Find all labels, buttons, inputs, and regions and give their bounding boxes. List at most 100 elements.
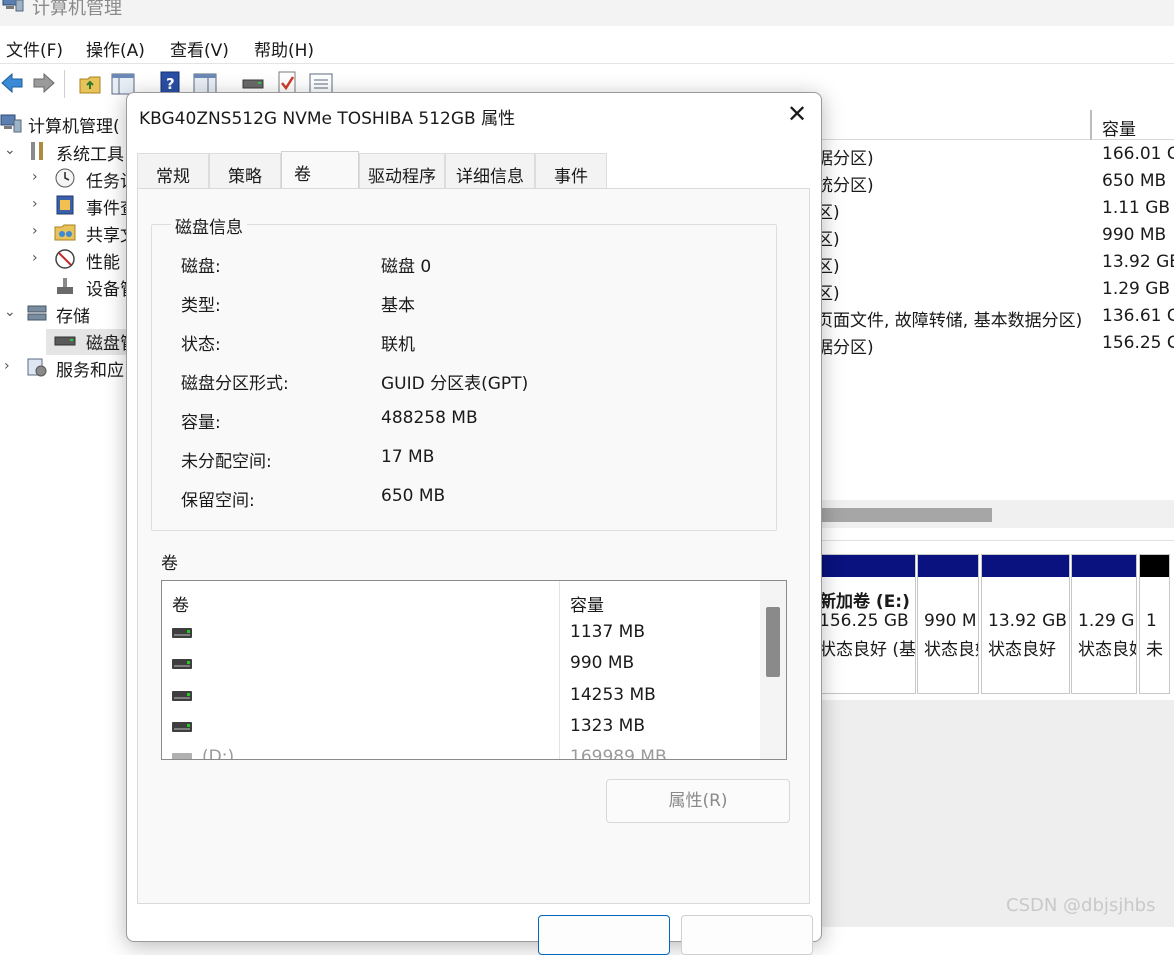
chevron-right-icon[interactable]: › [32, 169, 44, 185]
tree-item-disk-management[interactable]: 磁盘管 [46, 329, 137, 355]
partition-size: 156.25 GB [819, 611, 909, 631]
volume-capacity: 650 MB [1102, 171, 1167, 191]
tree-item-task-scheduler[interactable]: › 任务计 [0, 167, 137, 193]
tab-general[interactable]: 常规 [137, 153, 209, 189]
column-header-volume[interactable]: 卷 [172, 591, 189, 616]
drive-icon [172, 722, 192, 732]
scrollbar-thumb[interactable] [820, 508, 992, 522]
volume-capacity: 1.11 GB [1102, 198, 1171, 218]
volume-type: 据分区) [820, 338, 874, 358]
close-icon[interactable]: ✕ [781, 99, 813, 131]
partition-block[interactable]: 13.92 GB 状态良好 [981, 554, 1070, 694]
partition-bar [1072, 555, 1136, 577]
event-viewer-icon [56, 195, 74, 215]
menu-help[interactable]: 帮助(H) [254, 36, 314, 61]
tree-item-computer-management[interactable]: 计算机管理( [0, 112, 130, 138]
chevron-right-icon[interactable]: › [4, 358, 16, 374]
partition-block[interactable]: 1.29 GB 状态良好 [1071, 554, 1137, 694]
computer-management-icon [2, 0, 24, 12]
tab-events[interactable]: 事件 [535, 153, 607, 189]
ok-button[interactable] [538, 915, 670, 955]
tree-item-event-viewer[interactable]: › 事件查 [0, 194, 137, 220]
menu-file[interactable]: 文件(F) [6, 36, 63, 61]
partition-block[interactable]: 新加卷 (E:) 156.25 GB 状态良好 (基 [812, 554, 916, 694]
unallocated-block[interactable]: 1 未 [1139, 554, 1170, 694]
tab-volumes[interactable]: 卷 [281, 151, 359, 191]
partition-name: 新加卷 (E:) [819, 592, 910, 612]
menu-action[interactable]: 操作(A) [86, 36, 145, 61]
scrollbar-thumb[interactable] [766, 607, 780, 677]
tab-details[interactable]: 详细信息 [445, 153, 535, 189]
volume-row[interactable]: 区) 990 MB [820, 225, 1174, 252]
watermark: CSDN @dbjsjhbs [1006, 895, 1156, 916]
navigation-tree: 计算机管理( ⌄ 系统工具 › 任务计 › 事件查 › 共享文 › 性能 设备管… [0, 108, 137, 927]
window-title: 计算机管理 [32, 0, 122, 19]
computer-management-icon [0, 114, 22, 133]
volume-listview[interactable]: 卷 容量 1137 MB 990 MB 14253 MB 1323 MB (D:… [161, 580, 787, 760]
column-separator[interactable] [1090, 110, 1092, 140]
tree-item-shared-folders[interactable]: › 共享文 [0, 221, 137, 247]
volume-row[interactable]: 页面文件, 故障转储, 基本数据分区) 136.61 G [820, 306, 1174, 333]
volume-capacity: 990 MB [570, 653, 635, 673]
chevron-right-icon[interactable]: › [32, 223, 44, 239]
tab-policies[interactable]: 策略 [209, 153, 281, 189]
volume-row[interactable]: 据分区) 156.25 G [820, 333, 1174, 360]
properties-button[interactable]: 属性(R) [606, 779, 790, 823]
info-value: 488258 MB [381, 408, 478, 428]
partition-block[interactable]: 990 MB 状态良好 [917, 554, 979, 694]
tree-label: 计算机管理( [28, 117, 120, 137]
menu-view[interactable]: 查看(V) [170, 36, 229, 61]
clock-icon [55, 168, 75, 188]
tree-label: 存储 [56, 307, 90, 327]
tree-item-services-applications[interactable]: › 服务和应 [0, 356, 130, 382]
disk-map-background [820, 700, 1174, 927]
tree-label: 系统工具 [56, 145, 124, 165]
volume-row[interactable]: 区) 13.92 GB [820, 252, 1174, 279]
menu-bar: 文件(F) 操作(A) 查看(V) 帮助(H) [0, 28, 1174, 64]
chevron-right-icon[interactable]: › [32, 196, 44, 212]
volume-list-item[interactable]: 14253 MB [162, 681, 758, 712]
volume-list-item[interactable]: 1137 MB [162, 618, 758, 649]
forward-arrow-icon[interactable] [30, 69, 56, 97]
chevron-down-icon[interactable]: ⌄ [4, 142, 16, 158]
info-label: 保留空间: [181, 491, 255, 511]
volume-type: 区) [820, 203, 840, 223]
services-icon [27, 358, 47, 377]
volume-list-item[interactable]: (D:) 169989 MB [162, 743, 758, 760]
tree-item-system-tools[interactable]: ⌄ 系统工具 [0, 140, 130, 166]
volume-row[interactable]: 据分区) 166.01 G [820, 144, 1174, 171]
info-value: 17 MB [381, 447, 435, 467]
chevron-right-icon[interactable]: › [32, 250, 44, 266]
volume-capacity: 1.29 GB [1102, 279, 1171, 299]
partition-bar [982, 555, 1069, 577]
tree-item-storage[interactable]: ⌄ 存储 [0, 302, 130, 328]
back-arrow-icon[interactable] [0, 69, 26, 97]
tree-label: 性能 [86, 253, 120, 273]
drive-icon [172, 691, 192, 701]
info-label: 磁盘分区形式: [181, 374, 289, 394]
drive-icon [172, 753, 192, 759]
tree-item-device-manager[interactable]: 设备管 [0, 275, 137, 301]
drive-icon [172, 628, 192, 638]
volume-row[interactable]: 统分区) 650 MB [820, 171, 1174, 198]
vertical-scrollbar[interactable] [760, 581, 786, 759]
volume-list-item[interactable]: 990 MB [162, 649, 758, 680]
info-value: 650 MB [381, 486, 446, 506]
tab-driver[interactable]: 驱动程序 [359, 153, 445, 189]
up-folder-icon[interactable] [78, 69, 104, 97]
partition-status: 状态良好 [988, 640, 1056, 660]
cancel-button[interactable] [681, 915, 813, 955]
volume-row[interactable]: 区) 1.29 GB [820, 279, 1174, 306]
column-header-capacity[interactable]: 容量 [1102, 115, 1136, 140]
volumes-heading: 卷 [161, 554, 178, 574]
volume-list-item[interactable]: 1323 MB [162, 712, 758, 743]
volume-capacity: 1323 MB [570, 716, 645, 736]
volume-type: 区) [820, 230, 840, 250]
volume-row[interactable]: 区) 1.11 GB [820, 198, 1174, 225]
horizontal-scrollbar[interactable] [820, 500, 1174, 528]
column-header-capacity[interactable]: 容量 [570, 591, 604, 616]
tree-item-performance[interactable]: › 性能 [0, 248, 130, 274]
disk-info-group-title: 磁盘信息 [171, 213, 247, 238]
volume-capacity: 169989 MB [570, 747, 667, 760]
chevron-down-icon[interactable]: ⌄ [4, 304, 16, 320]
